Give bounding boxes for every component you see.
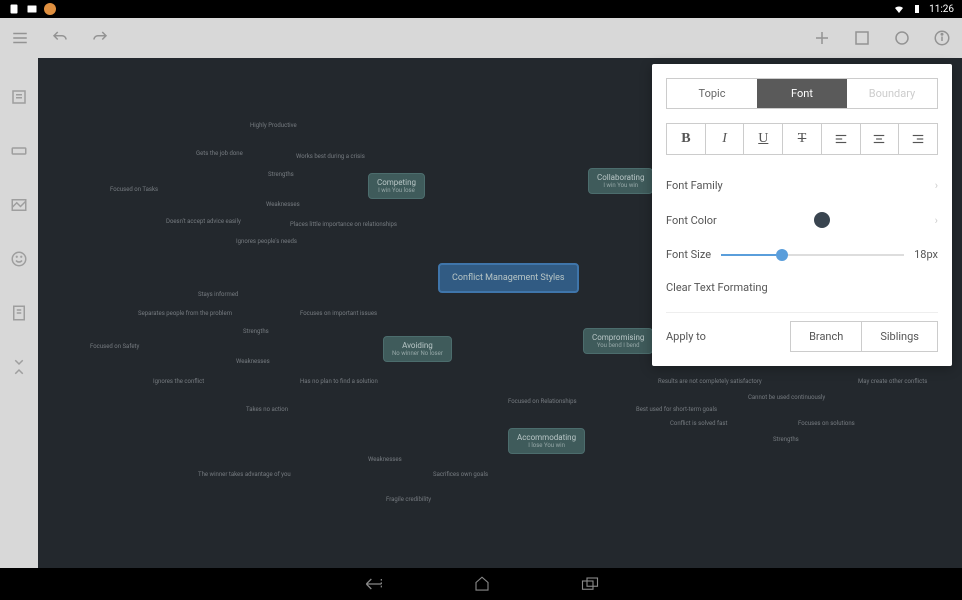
menu-icon[interactable]: [10, 28, 30, 48]
align-center-button[interactable]: [861, 124, 900, 154]
clear-format-label: Clear Text Formating: [666, 281, 768, 294]
image-icon: [26, 3, 38, 15]
emoji-icon[interactable]: [10, 250, 28, 268]
font-color-swatch: [814, 212, 830, 228]
battery-icon: [911, 3, 923, 15]
left-sidebar: [0, 58, 38, 568]
info-icon[interactable]: [932, 28, 952, 48]
bold-button[interactable]: B: [667, 124, 706, 154]
android-navbar: [0, 568, 962, 600]
home-button[interactable]: [473, 575, 491, 593]
apply-to-row: Apply to Branch Siblings: [666, 321, 938, 352]
app-toolbar: [0, 18, 962, 58]
underline-button[interactable]: U: [744, 124, 783, 154]
font-color-row[interactable]: Font Color ›: [666, 202, 938, 238]
apply-branch-button[interactable]: Branch: [791, 322, 862, 351]
undo-icon[interactable]: [50, 28, 70, 48]
align-left-button[interactable]: [822, 124, 861, 154]
font-size-label: Font Size: [666, 248, 711, 261]
notes-icon[interactable]: [10, 304, 28, 322]
recent-apps-button[interactable]: [581, 577, 599, 591]
align-right-button[interactable]: [899, 124, 937, 154]
font-panel: Topic Font Boundary B I U T Font Family …: [652, 64, 952, 366]
outline-icon[interactable]: [10, 88, 28, 106]
strikethrough-button[interactable]: T: [783, 124, 822, 154]
theme-icon[interactable]: [892, 28, 912, 48]
font-size-value: 18px: [914, 248, 938, 261]
collapse-icon[interactable]: [10, 358, 28, 376]
apply-to-label: Apply to: [666, 330, 706, 343]
apply-siblings-button[interactable]: Siblings: [862, 322, 937, 351]
notification-icon: [8, 3, 20, 15]
label-icon[interactable]: [10, 142, 28, 160]
image-attach-icon[interactable]: [10, 196, 28, 214]
wifi-icon: [893, 3, 905, 15]
panel-divider: [666, 312, 938, 313]
redo-icon[interactable]: [90, 28, 110, 48]
clock: 11:26: [929, 4, 954, 15]
panel-tabs: Topic Font Boundary: [666, 78, 938, 109]
font-size-row: Font Size 18px: [666, 238, 938, 271]
app-badge-icon: [44, 3, 56, 15]
font-color-label: Font Color: [666, 214, 717, 227]
clear-format-row[interactable]: Clear Text Formating: [666, 271, 938, 304]
chevron-right-icon: ›: [935, 214, 938, 227]
font-family-row[interactable]: Font Family ›: [666, 169, 938, 202]
italic-button[interactable]: I: [706, 124, 745, 154]
tab-font[interactable]: Font: [757, 79, 847, 108]
font-size-slider[interactable]: [721, 254, 904, 256]
tab-boundary: Boundary: [847, 79, 937, 108]
new-sheet-icon[interactable]: [852, 28, 872, 48]
android-status-bar: 11:26: [0, 0, 962, 18]
format-button-row: B I U T: [666, 123, 938, 155]
back-button[interactable]: [363, 577, 383, 591]
chevron-right-icon: ›: [935, 179, 938, 192]
add-icon[interactable]: [812, 28, 832, 48]
font-family-label: Font Family: [666, 179, 723, 192]
tab-topic[interactable]: Topic: [667, 79, 757, 108]
